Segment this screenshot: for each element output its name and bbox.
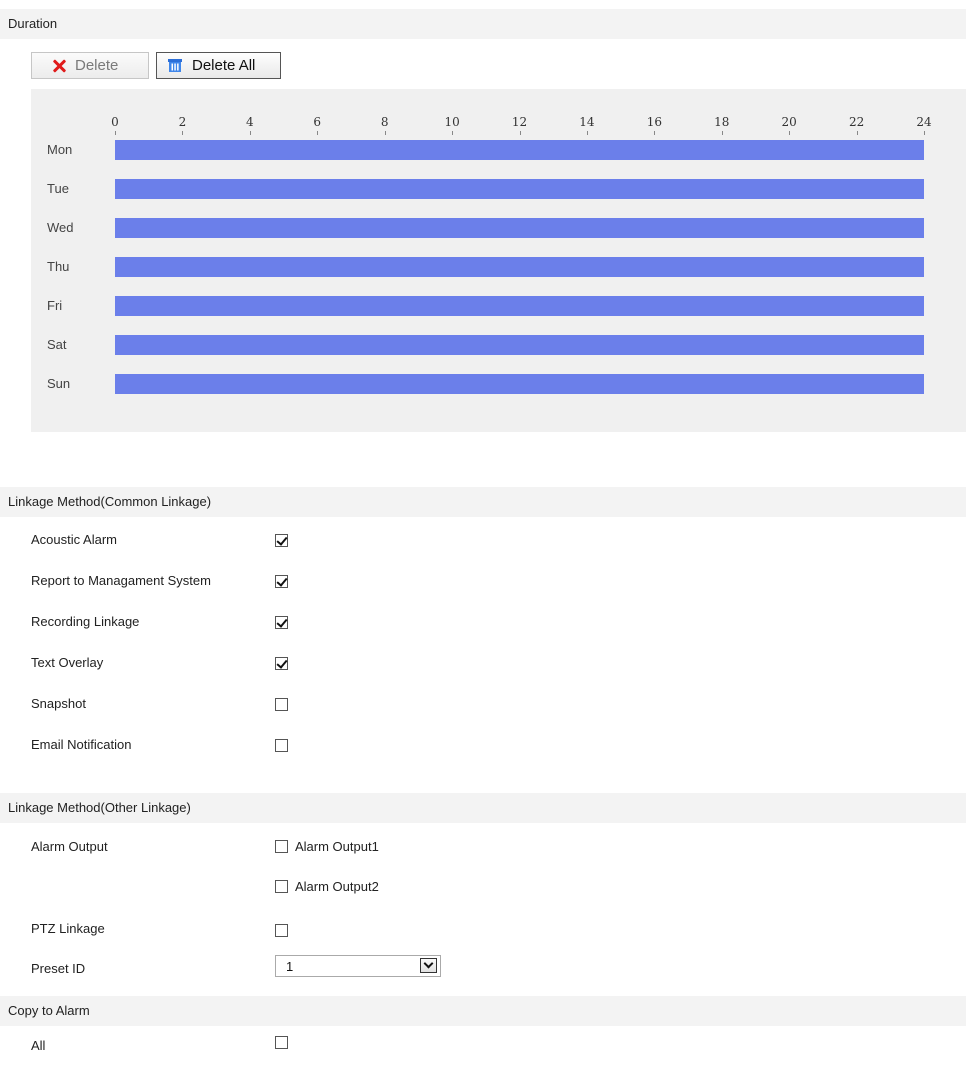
hour-label-18: 18 <box>714 115 730 129</box>
hour-tick <box>519 131 521 135</box>
common-linkage-checkbox[interactable] <box>275 575 288 588</box>
day-label-tue: Tue <box>47 181 69 196</box>
delete-button[interactable]: Delete <box>31 52 149 79</box>
day-label-wed: Wed <box>47 220 74 235</box>
schedule-bar-thu[interactable] <box>115 257 924 277</box>
hour-label-8: 8 <box>380 115 389 129</box>
hour-tick <box>721 131 723 135</box>
schedule-bar-mon[interactable] <box>115 140 924 160</box>
hour-label-12: 12 <box>511 115 528 129</box>
hour-label-0: 0 <box>111 115 119 129</box>
preset-id-value: 1 <box>286 959 294 974</box>
alarm-output1-checkbox[interactable] <box>275 840 288 853</box>
common-linkage-checkbox[interactable] <box>275 657 288 670</box>
schedule-bar-sun[interactable] <box>115 374 924 394</box>
hour-label-20: 20 <box>781 115 797 129</box>
common-linkage-label: Email Notification <box>31 737 132 752</box>
common-linkage-checkbox[interactable] <box>275 739 288 752</box>
delete-all-label: Delete All <box>192 57 256 74</box>
common-linkage-label: Text Overlay <box>31 655 104 670</box>
alarm-output2-label: Alarm Output2 <box>295 879 379 894</box>
hour-tick <box>182 131 184 135</box>
weekly-schedule-grid: 0 2 4 6 8 10 12 14 16 18 20 22 24 Mon Tue Wed Thu Fri Sat S… <box>31 89 966 432</box>
schedule-bar-tue[interactable] <box>115 179 924 199</box>
ptz-linkage-label: PTZ Linkage <box>31 921 105 936</box>
hour-tick <box>452 131 454 135</box>
duration-header: Duration <box>0 9 966 39</box>
day-label-fri: Fri <box>47 298 63 313</box>
common-linkage-header: Linkage Method(Common Linkage) <box>0 487 966 517</box>
preset-id-select[interactable]: 1 <box>275 955 441 977</box>
delete-label: Delete <box>75 57 119 74</box>
day-label-sat: Sat <box>47 337 67 352</box>
common-linkage-checkbox[interactable] <box>275 616 288 629</box>
hour-label-22: 22 <box>848 115 865 129</box>
hour-label-6: 6 <box>313 115 322 129</box>
common-linkage-checkbox[interactable] <box>275 534 288 547</box>
alarm-output-label: Alarm Output <box>31 839 108 854</box>
common-linkage-label: Recording Linkage <box>31 614 140 629</box>
hour-label-16: 16 <box>646 115 662 129</box>
day-label-thu: Thu <box>47 259 70 274</box>
copy-all-checkbox[interactable] <box>275 1036 288 1049</box>
common-linkage-checkbox[interactable] <box>275 698 288 711</box>
hour-label-14: 14 <box>579 115 595 129</box>
copy-all-label: All <box>31 1038 46 1053</box>
preset-id-label: Preset ID <box>31 961 86 976</box>
alarm-output1-label: Alarm Output1 <box>295 839 379 854</box>
copy-to-alarm-header: Copy to Alarm <box>0 996 966 1026</box>
hour-tick <box>789 131 791 135</box>
ptz-linkage-checkbox[interactable] <box>275 924 288 937</box>
common-linkage-label: Snapshot <box>31 696 86 711</box>
chevron-down-icon <box>420 958 437 973</box>
schedule-bar-fri[interactable] <box>115 296 924 316</box>
hour-tick <box>924 131 925 135</box>
delete-x-icon <box>52 59 66 73</box>
hour-tick <box>317 131 319 135</box>
hour-label-2: 2 <box>178 115 187 129</box>
common-linkage-label: Report to Managament System <box>31 573 211 588</box>
hour-label-10: 10 <box>444 115 460 129</box>
hour-label-4: 4 <box>246 115 254 129</box>
delete-all-button[interactable]: Delete All <box>156 52 281 79</box>
day-label-sun: Sun <box>47 376 71 391</box>
hour-tick <box>586 131 588 135</box>
hour-tick <box>856 131 858 135</box>
hour-tick <box>115 131 116 135</box>
hour-tick <box>249 131 251 135</box>
alarm-output2-checkbox[interactable] <box>275 880 288 893</box>
schedule-bar-sat[interactable] <box>115 335 924 355</box>
day-label-mon: Mon <box>47 142 73 157</box>
trash-icon <box>168 59 182 72</box>
hour-label-24: 24 <box>916 115 932 129</box>
schedule-bar-wed[interactable] <box>115 218 924 238</box>
common-linkage-label: Acoustic Alarm <box>31 532 117 547</box>
other-linkage-header: Linkage Method(Other Linkage) <box>0 793 966 823</box>
hour-tick <box>654 131 656 135</box>
hour-tick <box>384 131 386 135</box>
